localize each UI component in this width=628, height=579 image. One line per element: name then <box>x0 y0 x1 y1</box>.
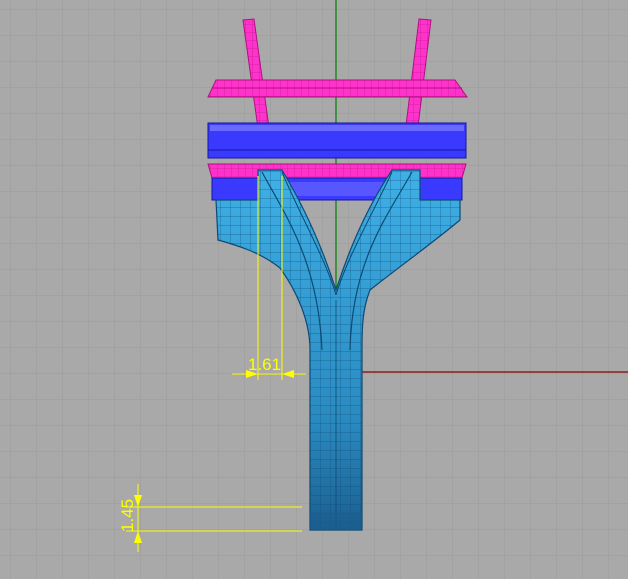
shank-base-band <box>310 512 362 530</box>
rhino-front-viewport[interactable]: 1.61 1.45 <box>0 0 628 579</box>
gallery-seat-pink-wire <box>208 164 466 178</box>
dim-v-label: 1.45 <box>118 499 137 532</box>
gallery-upper-highlight <box>210 125 464 131</box>
dim-h-label: 1.61 <box>248 355 281 374</box>
